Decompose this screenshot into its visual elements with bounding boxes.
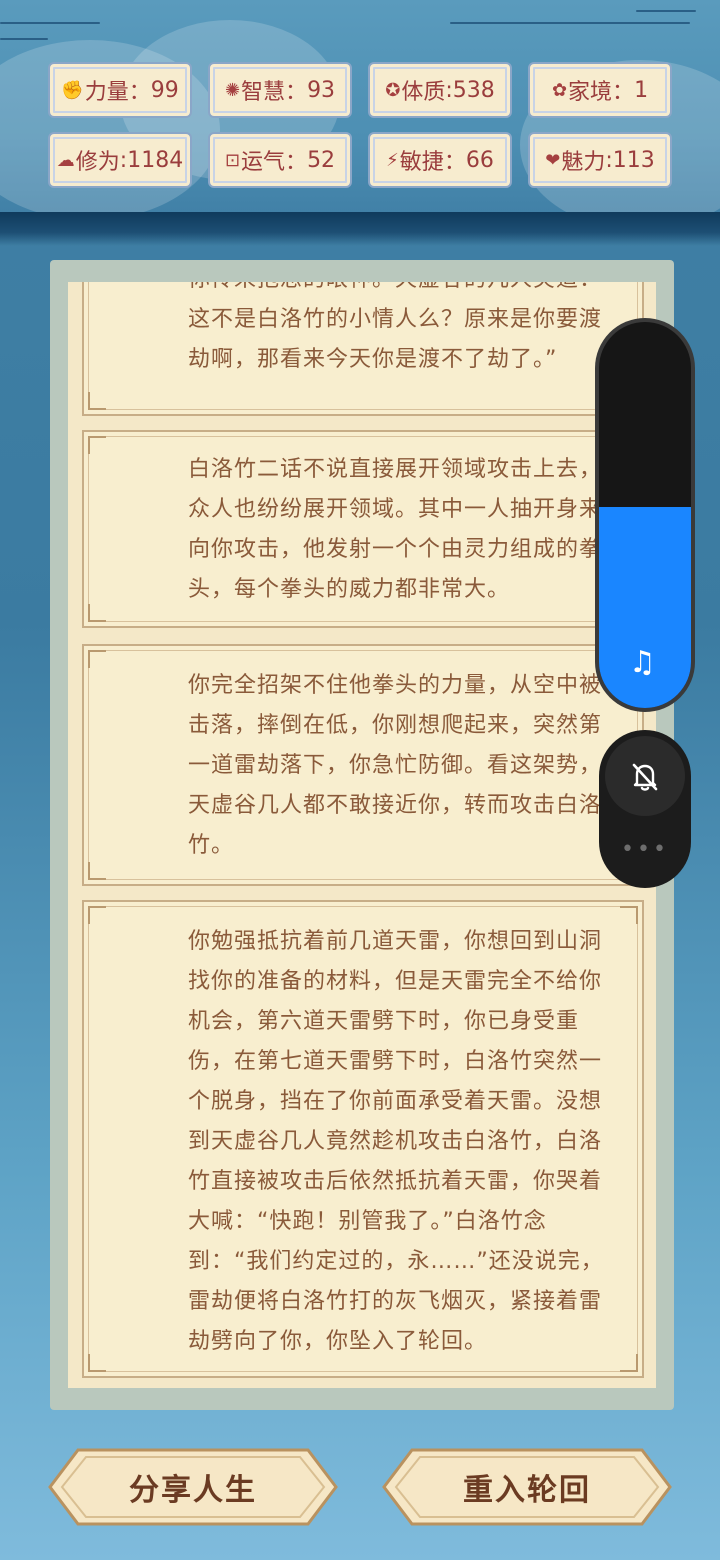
wave-decoration <box>450 22 690 24</box>
corner-ornament <box>88 862 106 880</box>
ink-brush-band <box>0 212 720 246</box>
more-options-icon[interactable]: ••• <box>599 837 691 862</box>
bulb-icon: ✺ <box>224 79 241 101</box>
stat-luck: ⊡ 运气： 52 <box>208 132 352 188</box>
share-life-button[interactable]: 分享人生 <box>48 1448 338 1526</box>
restart-reincarnation-label: 重入轮回 <box>463 1473 591 1508</box>
restart-reincarnation-button[interactable]: 重入轮回 <box>382 1448 672 1526</box>
ringer-panel: ••• <box>599 730 691 888</box>
volume-slider[interactable]: ♫ <box>599 322 691 708</box>
stat-strength: ✊ 力量： 99 <box>48 62 192 118</box>
corner-ornament <box>88 436 106 454</box>
corner-ornament <box>88 604 106 622</box>
story-text: 你完全招架不住他拳头的力量，从空中被击落，摔倒在低，你刚想爬起来，突然第一道雷劫… <box>188 673 603 858</box>
story-card: 你传来抱怨的眼神。天虚谷的几人笑道：这不是白洛竹的小情人么？原来是你要渡劫啊，那… <box>82 282 644 416</box>
fist-icon: ✊ <box>61 79 84 101</box>
wave-decoration <box>636 10 696 12</box>
music-note-icon: ♫ <box>629 645 656 680</box>
heart-icon: ❤ <box>545 149 561 171</box>
corner-ornament <box>88 392 106 410</box>
share-life-label: 分享人生 <box>129 1473 257 1508</box>
story-card: 你勉强抵抗着前几道天雷，你想回到山洞找你的准备的材料，但是天雷完全不给你机会，第… <box>82 900 644 1378</box>
bell-slash-icon <box>632 763 658 791</box>
corner-ornament <box>620 906 638 924</box>
stat-family: ✿ 家境： 1 <box>528 62 672 118</box>
stat-wisdom: ✺ 智慧： 93 <box>208 62 352 118</box>
story-card: 白洛竹二话不说直接展开领域攻击上去，众人也纷纷展开领域。其中一人抽开身来向你攻击… <box>82 430 644 628</box>
lightning-icon: ⚡ <box>386 149 399 171</box>
story-text: 你传来抱怨的眼神。天虚谷的几人笑道：这不是白洛竹的小情人么？原来是你要渡劫啊，那… <box>188 282 603 372</box>
wave-decoration <box>0 22 100 24</box>
corner-ornament <box>88 906 106 924</box>
story-scroll-area[interactable]: 你传来抱怨的眼神。天虚谷的几人笑道：这不是白洛竹的小情人么？原来是你要渡劫啊，那… <box>68 282 656 1388</box>
corner-ornament <box>88 650 106 668</box>
stat-cultivation: ☁ 修为:1184 <box>48 132 192 188</box>
stat-agility: ⚡ 敏捷： 66 <box>368 132 512 188</box>
wave-decoration <box>0 38 48 40</box>
cloud-icon: ☁ <box>56 149 75 171</box>
hands-icon: ✿ <box>551 79 568 101</box>
luck-icon: ⊡ <box>224 149 241 171</box>
corner-ornament <box>88 1354 106 1372</box>
stat-constitution: ✪ 体质:538 <box>368 62 512 118</box>
ring-icon: ✪ <box>385 79 401 101</box>
story-text: 你勉强抵抗着前几道天雷，你想回到山洞找你的准备的材料，但是天雷完全不给你机会，第… <box>188 929 604 1354</box>
story-text: 白洛竹二话不说直接展开领域攻击上去，众人也纷纷展开领域。其中一人抽开身来向你攻击… <box>188 457 603 602</box>
story-card: 你完全招架不住他拳头的力量，从空中被击落，摔倒在低，你刚想爬起来，突然第一道雷劫… <box>82 644 644 886</box>
story-panel: 你传来抱怨的眼神。天虚谷的几人笑道：这不是白洛竹的小情人么？原来是你要渡劫啊，那… <box>50 260 674 1410</box>
mute-toggle[interactable] <box>605 736 685 816</box>
stat-charm: ❤ 魅力:113 <box>528 132 672 188</box>
corner-ornament <box>620 1354 638 1372</box>
